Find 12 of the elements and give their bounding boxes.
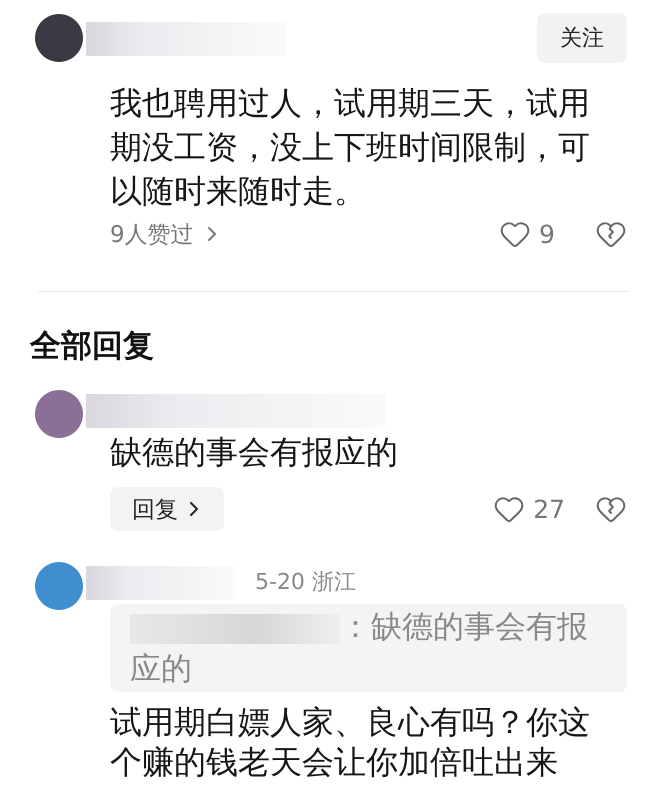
like-count: 27 bbox=[533, 494, 565, 524]
comment-meta: 5-20 浙江 bbox=[255, 569, 356, 597]
likers-link[interactable]: 9人赞过 bbox=[110, 218, 224, 250]
comment-text: 缺德的事会有报应的 bbox=[110, 432, 399, 473]
comment-text: 试用期白嫖人家、良心有吗？你这个赚的钱老天会让你加倍吐出来 bbox=[110, 702, 591, 782]
quoted-comment: ：缺德的事会有报应的 bbox=[110, 604, 627, 692]
avatar[interactable] bbox=[35, 14, 83, 62]
like-count: 9 bbox=[539, 220, 556, 248]
reply-button[interactable]: 回复 bbox=[110, 487, 224, 531]
comment-text: 我也聘用过人，试用期三天，试用期没工资，没上下班时间限制，可以随时来随时走。 bbox=[110, 83, 591, 212]
follow-button[interactable]: 关注 bbox=[537, 13, 627, 63]
section-heading: 全部回复 bbox=[30, 327, 155, 366]
